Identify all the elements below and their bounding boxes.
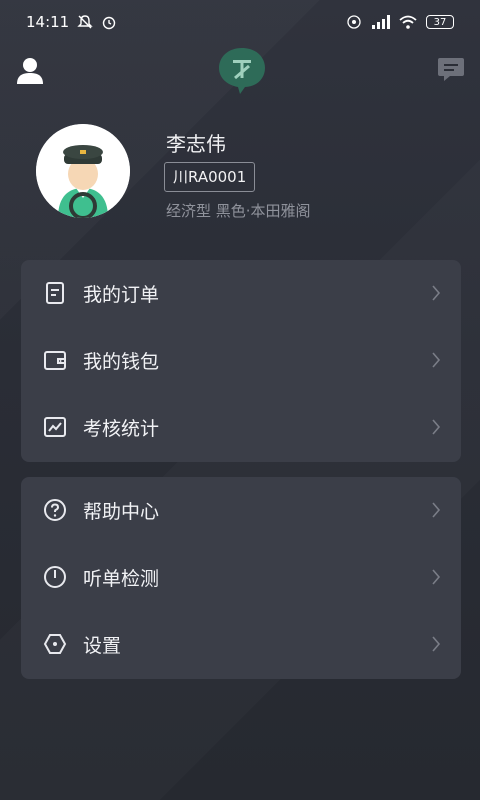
menu-item-wallet[interactable]: 我的钱包: [21, 327, 461, 394]
message-icon[interactable]: [436, 54, 466, 84]
profile-section: 李志伟 川RA0001 经济型 黑色·本田雅阁: [36, 124, 456, 220]
chart-icon: [44, 417, 66, 437]
driver-avatar-icon: [36, 124, 130, 218]
driver-name: 李志伟: [166, 132, 226, 156]
chevron-right-icon: [432, 502, 441, 518]
menu-card-primary: 我的订单 我的钱包 考核统计: [21, 260, 461, 462]
help-icon: [44, 499, 66, 521]
order-icon: [46, 282, 64, 304]
top-bar: [0, 44, 480, 94]
user-icon[interactable]: [14, 54, 46, 86]
wallet-icon: [44, 351, 66, 370]
menu-label: 设置: [83, 635, 122, 657]
timer-icon: [44, 566, 66, 588]
app-logo: [219, 48, 265, 94]
menu-item-help[interactable]: 帮助中心: [21, 477, 461, 544]
chevron-right-icon: [432, 352, 441, 368]
menu-label: 考核统计: [83, 418, 160, 440]
car-info: 经济型 黑色·本田雅阁: [166, 202, 311, 220]
status-bar: 14:11 37: [0, 0, 480, 44]
battery-level: 37: [433, 16, 447, 28]
chevron-right-icon: [432, 285, 441, 301]
menu-label: 听单检测: [83, 568, 160, 590]
status-time: 14:11: [26, 13, 70, 31]
menu-item-orders[interactable]: 我的订单: [21, 260, 461, 327]
menu-card-secondary: 帮助中心 听单检测 设置: [21, 477, 461, 679]
chevron-right-icon: [432, 569, 441, 585]
menu-label: 我的钱包: [83, 351, 160, 373]
hotspot-icon: [347, 15, 361, 29]
mute-icon: [77, 15, 93, 29]
chevron-right-icon: [432, 636, 441, 652]
menu-item-order-detection[interactable]: 听单检测: [21, 544, 461, 611]
avatar[interactable]: [36, 124, 130, 218]
battery-indicator: 37: [426, 15, 454, 29]
menu-label: 我的订单: [83, 284, 160, 306]
signal-icon: [372, 15, 390, 29]
menu-label: 帮助中心: [83, 501, 160, 523]
wifi-icon: [399, 15, 417, 29]
menu-item-settings[interactable]: 设置: [21, 611, 461, 678]
chevron-right-icon: [432, 419, 441, 435]
settings-icon: [43, 634, 67, 654]
menu-item-statistics[interactable]: 考核统计: [21, 394, 461, 461]
alarm-icon: [103, 16, 116, 30]
license-plate: 川RA0001: [164, 162, 256, 192]
